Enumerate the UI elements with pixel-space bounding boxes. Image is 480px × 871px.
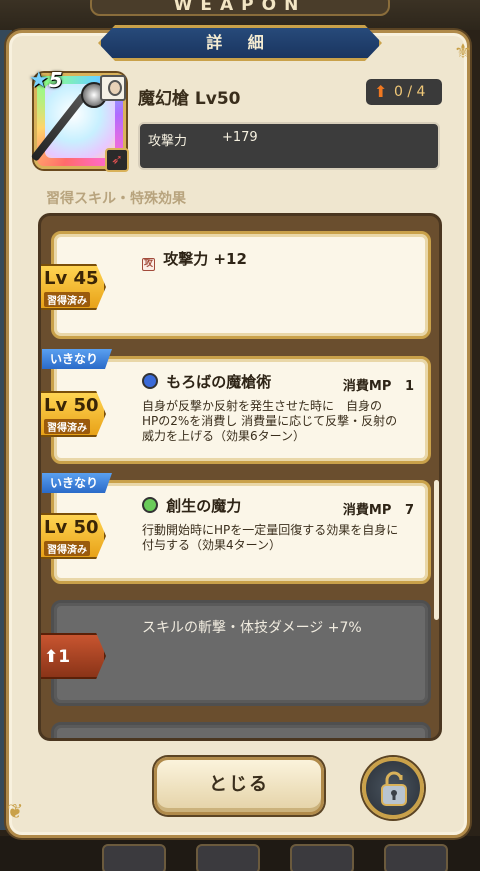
skill-description: 行動開始時にHPを一定量回復する効果を自身に 付与する（効果4ターン）	[142, 523, 427, 553]
skill-title: もろばの魔槍術	[142, 371, 271, 392]
skill-title: 創生の魔力	[142, 495, 241, 516]
upgrade-level: ⬆1	[44, 647, 71, 667]
character-portrait-icon	[100, 75, 126, 101]
instant-tag: いきなり	[42, 473, 112, 493]
level-label: Lv 45	[44, 268, 99, 289]
locked-skill-text: スキルの斬撃・体技ダメージ +7%	[142, 620, 362, 636]
upgrade-badge: ⬆1	[41, 633, 106, 679]
list-scrollbar[interactable]	[434, 480, 439, 620]
weapon-banner: WEAPON	[90, 0, 390, 16]
skill-description: 自身が反撃か反射を発生させた時に 自身の HPの2%を消費し 消費量に応じて反撃…	[142, 399, 427, 444]
learned-status: 習得済み	[44, 541, 90, 556]
background-thumbnail	[384, 844, 448, 871]
corner-ornament-icon: ❦	[6, 799, 24, 823]
mp-value: 7	[404, 503, 414, 518]
upgrade-arrow-icon: ⬆	[374, 82, 388, 101]
skill-name: もろばの魔槍術	[166, 373, 272, 391]
level-label: Lv 50	[44, 395, 99, 416]
upgrade-level-value: 1	[58, 647, 71, 667]
instant-tag: いきなり	[42, 349, 112, 369]
description-line: HPの2%を消費し 消費量に応じて反撃・反射の	[142, 414, 398, 428]
skill-name: 創生の魔力	[166, 497, 242, 515]
spear-type-icon: ➶	[105, 148, 129, 172]
blue-skill-icon	[142, 373, 158, 389]
mp-value: 1	[404, 379, 414, 394]
background-thumbnail	[102, 844, 166, 871]
attack-stat-icon: 攻	[142, 258, 155, 271]
skill-card[interactable]: いきなり Lv 50 習得済み 創生の魔力 消費MP 7 行動開始時にHPを一定…	[41, 473, 431, 584]
description-line: 威力を上げる（効果6ターン）	[142, 429, 306, 443]
level-label: Lv 50	[44, 517, 99, 538]
skill-card[interactable]: いきなり Lv 50 習得済み もろばの魔槍術 消費MP 1 自身が反撃か反射を…	[41, 349, 431, 464]
skill-list[interactable]: Lv 45 習得済み 攻 攻撃力 +12 いきなり Lv 50 習得済み もろば…	[38, 213, 442, 741]
mp-cost: 消費MP 7	[343, 499, 414, 518]
background-thumbnail	[196, 844, 260, 871]
mp-cost: 消費MP 1	[343, 375, 414, 394]
skill-name: 攻撃力 +12	[163, 250, 247, 268]
description-line: 行動開始時にHPを一定量回復する効果を自身に	[142, 523, 399, 537]
description-line: 付与する（効果4ターン）	[142, 538, 282, 552]
stat-box: 攻撃力 +179	[138, 122, 440, 170]
rarity-badge: ★5	[29, 68, 75, 94]
rarity-value: 5	[48, 68, 63, 92]
locked-skill-card[interactable]	[51, 722, 431, 738]
close-button[interactable]: とじる	[154, 757, 324, 815]
skill-card[interactable]: Lv 45 習得済み 攻 攻撃力 +12	[41, 231, 431, 339]
locked-skill-card[interactable]: ⬆1 スキルの斬撃・体技ダメージ +7%	[41, 600, 431, 706]
upgrade-counter: ⬆ 0 / 4	[366, 79, 442, 105]
skill-title: 攻 攻撃力 +12	[142, 248, 247, 271]
level-badge: Lv 50 習得済み	[41, 391, 106, 437]
star-icon: ★	[29, 68, 49, 93]
unlock-icon	[381, 771, 407, 806]
weapon-name: 魔幻槍 Lv50	[138, 89, 241, 109]
level-badge: Lv 50 習得済み	[41, 513, 106, 559]
section-label: 習得スキル・特殊効果	[46, 191, 186, 207]
description-line: 自身が反撃か反射を発生させた時に 自身の	[142, 399, 383, 413]
stat-value: +179	[222, 130, 258, 145]
mp-label: 消費MP	[342, 379, 392, 394]
upgrade-value: 0 / 4	[394, 84, 426, 100]
background-thumbnail	[290, 844, 354, 871]
corner-ornament-icon: ⚜	[454, 39, 472, 63]
learned-status: 習得済み	[44, 292, 90, 307]
panel-title: 詳 細	[98, 25, 382, 61]
stat-label: 攻撃力	[148, 134, 188, 149]
learned-status: 習得済み	[44, 419, 90, 434]
green-skill-icon	[142, 497, 158, 513]
mp-label: 消費MP	[342, 503, 392, 518]
level-badge: Lv 45 習得済み	[41, 264, 106, 310]
lock-toggle-button[interactable]	[362, 757, 424, 819]
